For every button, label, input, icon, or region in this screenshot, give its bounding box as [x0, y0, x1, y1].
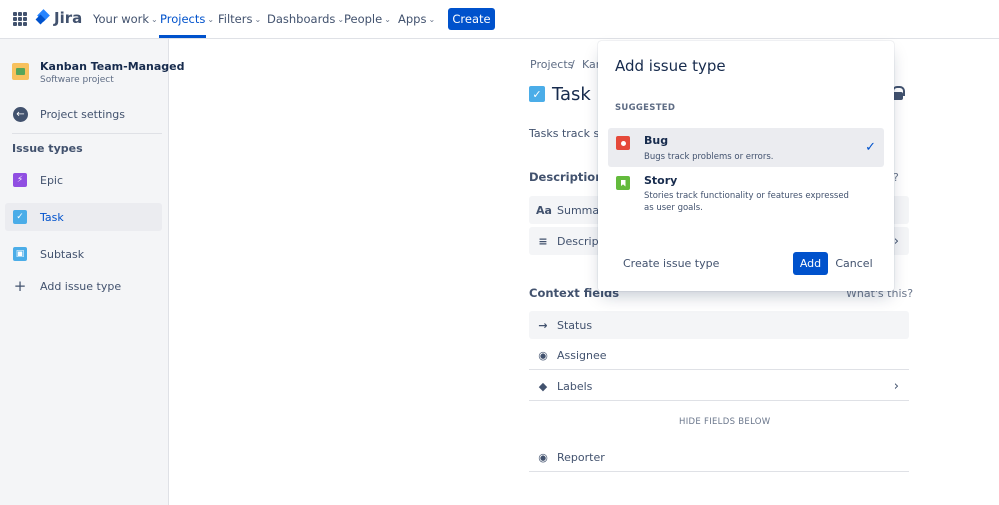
check-icon: ✓ — [865, 140, 876, 155]
jira-logo-text: Jira — [54, 9, 83, 27]
sidebar-item-label: Epic — [40, 173, 64, 187]
top-navigation: Jira Your work ⌄ Projects ⌄ Filters ⌄ Dashb… — [0, 0, 999, 39]
nav-your-work[interactable]: Your work ⌄ — [93, 12, 158, 26]
field-label: Status — [557, 318, 593, 332]
jira-logo-icon — [37, 10, 51, 26]
project-type: Software project — [40, 75, 114, 85]
sidebar-item-epic[interactable]: ⚡ Epic — [5, 166, 162, 194]
suggested-heading: SUGGESTED — [615, 103, 676, 113]
nav-projects[interactable]: Projects ⌄ — [160, 12, 214, 26]
option-story[interactable]: Story Stories track functionality or fea… — [608, 169, 884, 217]
nav-apps[interactable]: Apps ⌄ — [398, 12, 435, 26]
field-status[interactable]: → Status — [529, 311, 909, 339]
epic-icon: ⚡ — [13, 173, 27, 187]
project-name: Kanban Team-Managed — [40, 60, 185, 73]
tag-icon: ◆ — [538, 380, 548, 393]
plus-icon: + — [13, 277, 27, 295]
add-button[interactable]: Add — [793, 252, 828, 275]
field-labels[interactable]: ◆ Labels › — [529, 373, 909, 401]
option-name: Story — [644, 174, 678, 187]
task-icon: ✓ — [529, 86, 545, 102]
sidebar-divider — [12, 133, 162, 134]
jira-logo[interactable]: Jira — [37, 9, 82, 27]
option-name: Bug — [644, 134, 669, 147]
chevron-right-icon: › — [893, 379, 899, 394]
chevron-down-icon: ⌄ — [151, 14, 158, 24]
chevron-right-icon: › — [893, 233, 899, 249]
nav-label: Dashboards — [267, 12, 336, 26]
nav-label: People — [344, 12, 383, 26]
sidebar-item-label: Add issue type — [40, 279, 122, 293]
user-icon: ◉ — [538, 349, 548, 362]
text-field-icon: Aa — [536, 203, 552, 217]
chevron-down-icon: ⌄ — [384, 14, 391, 24]
paragraph-icon: ≡ — [538, 234, 548, 248]
chevron-down-icon: ⌄ — [428, 14, 436, 24]
option-description: Stories track functionality or features … — [644, 191, 849, 213]
chevron-down-icon: ⌄ — [254, 14, 262, 24]
field-label: Assignee — [557, 349, 607, 362]
user-icon: ◉ — [538, 451, 548, 464]
nav-label: Your work — [93, 12, 150, 26]
back-arrow-icon[interactable]: ← — [13, 107, 28, 122]
nav-filters[interactable]: Filters ⌄ — [218, 12, 261, 26]
option-bug[interactable]: Bug Bugs track problems or errors. ✓ — [608, 128, 884, 167]
issue-types-heading: Issue types — [12, 142, 83, 155]
project-avatar — [12, 63, 29, 80]
sidebar-item-label: Task — [40, 210, 64, 224]
sidebar-item-add-issue-type[interactable]: + Add issue type — [5, 272, 162, 300]
story-icon — [616, 176, 630, 190]
nav-active-indicator — [159, 35, 206, 38]
status-arrow-icon: → — [538, 318, 548, 332]
chevron-down-icon: ⌄ — [207, 14, 215, 24]
hide-fields-divider: HIDE FIELDS BELOW — [679, 417, 771, 427]
nav-label: Filters — [218, 12, 253, 26]
field-reporter[interactable]: ◉ Reporter — [529, 444, 909, 472]
bug-icon — [616, 136, 630, 150]
sidebar-item-label: Subtask — [40, 247, 85, 261]
app-switcher-icon[interactable] — [13, 12, 27, 26]
sidebar-item-task[interactable]: ✓ Task — [5, 203, 162, 231]
nav-label: Projects — [160, 12, 206, 26]
create-issue-type-link[interactable]: Create issue type — [623, 257, 719, 270]
create-button[interactable]: Create — [448, 8, 495, 30]
breadcrumb-separator: / — [571, 58, 575, 71]
page-title: Task — [552, 84, 591, 105]
breadcrumb-projects[interactable]: Projects — [530, 58, 573, 71]
nav-label: Apps — [398, 12, 427, 26]
task-icon: ✓ — [13, 210, 27, 224]
add-issue-type-dialog: Add issue type SUGGESTED Bug Bugs track … — [598, 41, 894, 291]
nav-people[interactable]: People ⌄ — [344, 12, 391, 26]
nav-dashboards[interactable]: Dashboards ⌄ — [267, 12, 344, 26]
option-description: Bugs track problems or errors. — [644, 152, 774, 162]
field-label: Reporter — [557, 451, 605, 464]
project-settings-link[interactable]: Project settings — [40, 108, 125, 121]
cancel-button[interactable]: Cancel — [834, 252, 874, 275]
subtask-icon: ▣ — [13, 247, 27, 261]
field-assignee[interactable]: ◉ Assignee — [529, 342, 909, 370]
field-label: Labels — [557, 380, 593, 393]
sidebar-item-subtask[interactable]: ▣ Subtask — [5, 240, 162, 268]
dialog-title: Add issue type — [615, 57, 726, 75]
